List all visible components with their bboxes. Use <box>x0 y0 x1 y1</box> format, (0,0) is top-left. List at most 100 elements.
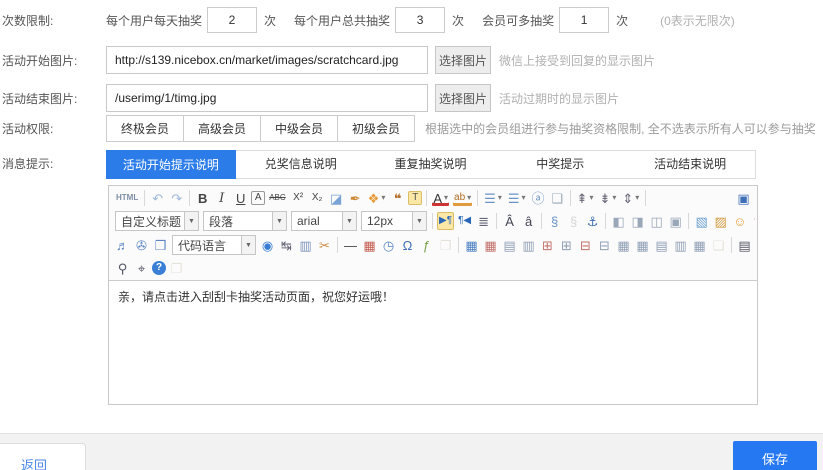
template-icon[interactable]: ▥ <box>297 236 314 254</box>
format-painter-icon[interactable]: ✒ <box>347 189 364 207</box>
start-image-row: 活动开始图片: 选择图片 微信上接受到回复的显示图片 <box>0 46 823 74</box>
insert-row-icon[interactable]: ⊞ <box>539 236 556 254</box>
average-rows-icon[interactable]: ▤ <box>653 236 670 254</box>
font-size-select[interactable]: 12px▼ <box>361 211 427 231</box>
strikethrough-icon[interactable]: ABC <box>267 189 287 207</box>
page-break-icon[interactable]: ↹ <box>278 236 295 254</box>
ordered-list-icon[interactable]: ☰▾ <box>482 189 504 207</box>
italic-icon[interactable]: I <box>213 189 230 207</box>
line-height-icon[interactable]: ⇕▾ <box>620 189 641 207</box>
rtl-paragraph-icon[interactable]: ¶◀ <box>456 212 473 230</box>
limit-hint: (0表示无限次) <box>660 12 735 29</box>
paste-as-text-icon[interactable]: T <box>408 191 422 205</box>
paragraph-select[interactable]: 段落▼ <box>203 211 287 231</box>
bold-icon[interactable]: B <box>194 189 211 207</box>
image-align-none-icon[interactable]: ◧ <box>610 212 627 230</box>
message-tab-2[interactable]: 兑奖信息说明 <box>236 151 366 178</box>
search-replace-icon[interactable]: ⌖ <box>133 259 150 277</box>
font-family-select[interactable]: arial▼ <box>291 211 357 231</box>
time-icon[interactable]: ◷ <box>380 236 397 254</box>
undo-icon[interactable]: ↶ <box>149 189 166 207</box>
split-cols-icon[interactable]: ▦ <box>634 236 651 254</box>
select-value: arial <box>292 214 342 228</box>
attachment-icon[interactable]: ✇ <box>133 236 150 254</box>
indent-icon[interactable]: ≣ <box>475 212 492 230</box>
split-rows-icon[interactable]: ▦ <box>615 236 632 254</box>
member-level-button-3[interactable]: 中级会员 <box>260 115 338 142</box>
emotion-icon[interactable]: ☺ <box>731 212 748 230</box>
delete-row-icon[interactable]: ⊟ <box>577 236 594 254</box>
font-border-icon[interactable]: A <box>251 191 265 205</box>
font-color-icon[interactable]: A▾ <box>431 189 450 207</box>
end-image-pick-button[interactable]: 选择图片 <box>435 84 491 112</box>
message-tab-3[interactable]: 重复抽奖说明 <box>366 151 496 178</box>
insert-col-icon[interactable]: ⊞ <box>558 236 575 254</box>
custom-title-select[interactable]: 自定义标题▼ <box>115 211 199 231</box>
superscript-icon[interactable]: X² <box>290 189 307 207</box>
anchor-icon[interactable]: ⚓ <box>584 212 601 230</box>
map-icon[interactable]: ◉ <box>259 236 276 254</box>
special-chars-icon[interactable]: Ω <box>399 236 416 254</box>
subscript-icon[interactable]: X₂ <box>309 189 326 207</box>
member-level-button-1[interactable]: 终极会员 <box>106 115 184 142</box>
formula-icon[interactable]: ƒ <box>418 236 435 254</box>
image-manager-icon[interactable]: ▨ <box>712 212 729 230</box>
remove-format-icon[interactable]: ◪ <box>328 189 345 207</box>
ltr-paragraph-icon[interactable]: ▶¶ <box>437 212 454 230</box>
link-icon[interactable]: § <box>546 212 563 230</box>
uppercase-icon[interactable]: Â <box>501 212 518 230</box>
music-icon[interactable]: ♬ <box>114 236 131 254</box>
chevron-down-icon: ▼ <box>184 212 198 230</box>
message-tab-4[interactable]: 中奖提示 <box>495 151 625 178</box>
scrawl-icon[interactable]: ✎ <box>750 212 755 230</box>
date-icon[interactable]: ▦ <box>361 236 378 254</box>
back-color-icon[interactable]: ab▾ <box>452 189 473 207</box>
message-tab-5[interactable]: 活动结束说明 <box>625 151 755 178</box>
insert-table-icon[interactable]: ▦ <box>463 236 480 254</box>
unordered-list-icon[interactable]: ☰▾ <box>506 189 528 207</box>
member-extra-draw-input[interactable] <box>559 7 609 33</box>
print-icon[interactable]: ▤ <box>736 236 753 254</box>
limit-field: 每个用户总共抽奖次 <box>294 7 464 33</box>
insert-image-icon[interactable]: ▧ <box>693 212 710 230</box>
space-after-paragraph-icon[interactable]: ⇟▾ <box>597 189 618 207</box>
table-title-icon[interactable]: ▤ <box>501 236 518 254</box>
redo-icon[interactable]: ↷ <box>168 189 185 207</box>
delete-col-icon[interactable]: ⊟ <box>596 236 613 254</box>
auto-typeset-icon[interactable]: ❖▾ <box>366 189 388 207</box>
daily-draw-limit-input[interactable] <box>207 7 257 33</box>
back-button[interactable]: 返回 <box>0 443 86 470</box>
start-image-input[interactable] <box>106 46 428 74</box>
member-level-button-4[interactable]: 初级会员 <box>337 115 415 142</box>
delete-table-icon[interactable]: ▦ <box>482 236 499 254</box>
image-align-right-icon[interactable]: ▣ <box>667 212 684 230</box>
insert-frame-icon[interactable]: ❒ <box>152 236 169 254</box>
image-align-center-icon[interactable]: ◫ <box>648 212 665 230</box>
editor-content[interactable]: 亲，请点击进入刮刮卡抽奖活动页面，祝您好运哦！ <box>109 281 757 404</box>
image-align-left-icon[interactable]: ◨ <box>629 212 646 230</box>
help-icon[interactable]: ? <box>152 261 166 275</box>
horizontal-rule-icon[interactable]: — <box>342 236 359 254</box>
member-level-button-2[interactable]: 高级会员 <box>183 115 261 142</box>
preview-icon[interactable]: ⚲ <box>114 259 131 277</box>
anchor-label-icon[interactable]: ⓐ <box>530 189 547 207</box>
save-button[interactable]: 保存 <box>733 441 817 470</box>
lowercase-icon[interactable]: â <box>520 212 537 230</box>
new-page-icon[interactable]: ❏ <box>549 189 566 207</box>
fullscreen-icon[interactable]: ▣ <box>735 189 752 207</box>
limit-field-suffix: 次 <box>264 12 276 29</box>
message-tabs: 活动开始提示说明兑奖信息说明重复抽奖说明中奖提示活动结束说明 <box>106 150 756 179</box>
space-before-paragraph-icon[interactable]: ⇞▾ <box>575 189 596 207</box>
total-draw-limit-input[interactable] <box>395 7 445 33</box>
source-code-icon[interactable]: HTML <box>114 189 140 207</box>
merge-cells-icon[interactable]: ▥ <box>520 236 537 254</box>
start-image-pick-button[interactable]: 选择图片 <box>435 46 491 74</box>
message-tab-1[interactable]: 活动开始提示说明 <box>106 150 236 179</box>
code-language-select[interactable]: 代码语言▼ <box>172 235 256 255</box>
table-sort-icon[interactable]: ▦ <box>691 236 708 254</box>
snapshot-icon[interactable]: ✂ <box>316 236 333 254</box>
average-cols-icon[interactable]: ▥ <box>672 236 689 254</box>
blockquote-icon[interactable]: ❝ <box>389 189 406 207</box>
underline-icon[interactable]: U <box>232 189 249 207</box>
end-image-input[interactable] <box>106 84 428 112</box>
